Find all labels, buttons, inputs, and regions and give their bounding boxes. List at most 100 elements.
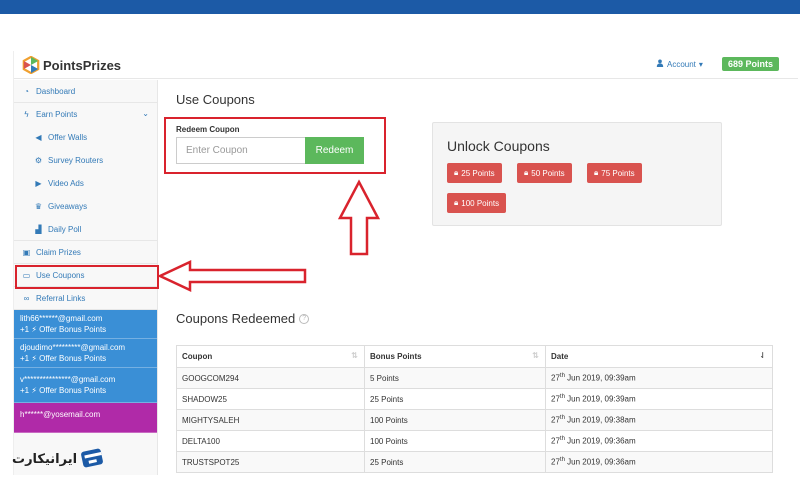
coupon-cell: GOOGCOM294: [176, 367, 365, 389]
card-logo-icon: [81, 448, 103, 468]
unlock-button-label: 50 Points: [531, 168, 565, 178]
sidebar-item-daily-poll[interactable]: ▟ Daily Poll: [14, 218, 157, 241]
help-icon[interactable]: ?: [299, 313, 310, 324]
sidebar-item-label: Daily Poll: [48, 224, 82, 234]
sidebar-item-label: Referral Links: [36, 293, 86, 303]
chart-icon: ▟: [35, 224, 42, 234]
page-title: Use Coupons: [176, 92, 255, 107]
play-icon: ▶: [35, 179, 42, 188]
table-row: GOOGCOM294 5 Points 27th Jun 2019, 09:39…: [176, 367, 773, 389]
coupons-redeemed-title: Coupons Redeemed ?: [176, 311, 310, 326]
sidebar-item-dashboard[interactable]: ◔ Dashboard: [14, 80, 157, 103]
sort-desc-icon: ⇃: [759, 351, 766, 360]
sidebar-item-label: Giveaways: [48, 202, 88, 211]
redeemed-coupons-table: Coupon ⇅ Bonus Points ⇅ Date ⇃ GOOGCOM294 5…: [176, 345, 773, 473]
link-icon: ∞: [23, 293, 30, 303]
redeem-coupon-label: Redeem Coupon: [176, 125, 240, 134]
date-cell: 27th Jun 2019, 09:38am: [545, 409, 773, 431]
table-header-row: Coupon ⇅ Bonus Points ⇅ Date ⇃: [176, 345, 773, 368]
unlock-button-label: 25 Points: [461, 168, 495, 178]
table-row: TRUSTSPOT25 25 Points 27th Jun 2019, 09:…: [176, 451, 773, 473]
sidebar-item-earn-points[interactable]: ϟ Earn Points ⌄: [14, 103, 157, 126]
table-row: DELTA100 100 Points 27th Jun 2019, 09:36…: [176, 430, 773, 452]
user-icon: [656, 59, 664, 69]
unlock-100-points-button[interactable]: 🔒︎ 100 Points: [447, 193, 507, 213]
megaphone-icon: ◀: [35, 133, 42, 142]
top-banner: [0, 0, 800, 14]
sidebar-item-label: Survey Routers: [48, 156, 104, 165]
column-header-bonus-points[interactable]: Bonus Points ⇅: [364, 345, 546, 368]
lock-icon: 🔒︎: [594, 168, 599, 177]
sidebar-item-offer-walls[interactable]: ◀ Offer Walls: [14, 126, 157, 149]
sidebar-item-label: Claim Prizes: [36, 247, 81, 257]
date-cell: 27th Jun 2019, 09:39am: [545, 388, 773, 410]
watermark: ایرانیکارت: [12, 448, 105, 470]
column-header-date[interactable]: Date ⇃: [545, 345, 773, 368]
lock-icon: 🔒︎: [524, 168, 529, 177]
column-header-coupon[interactable]: Coupon ⇅: [176, 345, 365, 368]
section-title-text: Coupons Redeemed: [176, 311, 296, 326]
lock-icon: 🔒︎: [454, 198, 459, 207]
date-cell: 27th Jun 2019, 09:36am: [545, 430, 773, 452]
points-cell: 25 Points: [364, 451, 546, 473]
logo-text: PointsPrizes: [43, 57, 122, 73]
date-cell: 27th Jun 2019, 09:39am: [545, 367, 773, 389]
sort-icon: ⇅: [351, 351, 358, 360]
sidebar-item-label: Earn Points: [36, 110, 78, 119]
feed-action: +1 ⚡ Offer Bonus Points: [20, 325, 107, 334]
unlock-coupons-panel: Unlock Coupons 🔒︎ 25 Points 🔒︎ 50 Points 🔒…: [432, 122, 722, 226]
sidebar-item-label: Dashboard: [36, 86, 76, 96]
logo[interactable]: PointsPrizes: [22, 56, 121, 74]
unlock-50-points-button[interactable]: 🔒︎ 50 Points: [517, 163, 572, 183]
sidebar-item-giveaways[interactable]: ♛ Giveaways: [14, 195, 157, 218]
header: PointsPrizes Account ▾ 689 Points: [14, 51, 798, 79]
hexagon-logo-icon: [22, 56, 40, 74]
date-cell: 27th Jun 2019, 09:36am: [545, 451, 773, 473]
points-cell: 100 Points: [364, 409, 546, 431]
points-cell: 100 Points: [364, 430, 546, 452]
coupon-cell: TRUSTSPOT25: [176, 451, 365, 473]
chevron-down-icon: ⌄: [142, 109, 149, 118]
sidebar-item-label: Video Ads: [48, 179, 84, 188]
dashboard-icon: ◔: [24, 86, 29, 96]
app-window: PointsPrizes Account ▾ 689 Points ◔ Dash…: [13, 51, 798, 475]
coupon-cell: MIGHTYSALEH: [176, 409, 365, 431]
feed-action: +1 ⚡ Offer Bonus Points: [20, 386, 107, 395]
coupon-input[interactable]: [176, 137, 305, 164]
caret-down-icon: ▾: [698, 59, 703, 69]
lock-icon: 🔒︎: [454, 168, 459, 177]
points-cell: 5 Points: [364, 367, 546, 389]
table-row: MIGHTYSALEH 100 Points 27th Jun 2019, 09…: [176, 409, 773, 431]
sidebar-item-video-ads[interactable]: ▶ Video Ads: [14, 172, 157, 195]
gift-icon: ▣: [22, 247, 31, 257]
feed-user: lith66******@gmail.com: [20, 314, 103, 323]
points-cell: 25 Points: [364, 388, 546, 410]
activity-feed-item: djoudimo*********@gmail.com +1 ⚡ Offer B…: [14, 339, 157, 368]
coupon-cell: DELTA100: [176, 430, 365, 452]
gear-icon: ⚙: [34, 156, 43, 165]
trophy-icon: ♛: [34, 202, 43, 211]
activity-feed-item: h******@yosemail.com: [14, 403, 157, 433]
feed-user: h******@yosemail.com: [20, 410, 101, 419]
sidebar-item-survey-routers[interactable]: ⚙ Survey Routers: [14, 149, 157, 172]
feed-user: djoudimo*********@gmail.com: [20, 343, 126, 352]
unlock-button-label: 75 Points: [601, 168, 635, 178]
redeem-button[interactable]: Redeem: [305, 137, 364, 164]
annotation-box-use-coupons: [15, 265, 159, 289]
activity-feed-item: v***************@gmail.com +1 ⚡ Offer Bo…: [14, 368, 157, 403]
account-menu[interactable]: Account ▾: [656, 59, 703, 69]
main-content: Use Coupons Redeem Coupon Redeem Unlock …: [164, 80, 798, 475]
unlock-25-points-button[interactable]: 🔒︎ 25 Points: [447, 163, 502, 183]
unlock-75-points-button[interactable]: 🔒︎ 75 Points: [587, 163, 642, 183]
unlock-coupons-title: Unlock Coupons: [447, 138, 550, 154]
points-badge[interactable]: 689 Points: [722, 57, 780, 71]
sort-icon: ⇅: [532, 351, 539, 360]
sidebar-item-claim-prizes[interactable]: ▣ Claim Prizes: [14, 241, 157, 264]
feed-action: +1 ⚡ Offer Bonus Points: [20, 354, 107, 363]
table-row: SHADOW25 25 Points 27th Jun 2019, 09:39a…: [176, 388, 773, 410]
watermark-text: ایرانیکارت: [12, 451, 78, 467]
bolt-icon: ϟ: [24, 110, 29, 119]
activity-feed-item: lith66******@gmail.com +1 ⚡ Offer Bonus …: [14, 310, 157, 339]
coupon-cell: SHADOW25: [176, 388, 365, 410]
sidebar-item-referral-links[interactable]: ∞ Referral Links: [14, 287, 157, 310]
